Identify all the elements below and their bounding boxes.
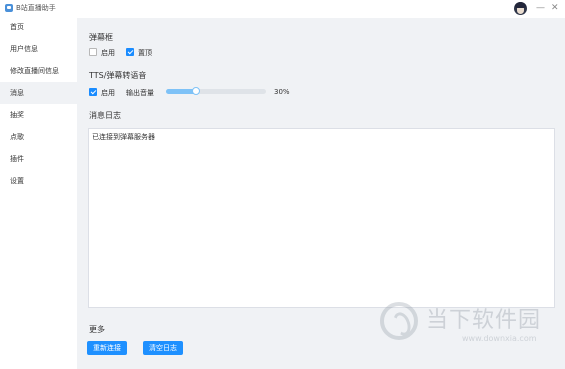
sidebar-item-label: 消息 [10,89,24,97]
danmaku-box-title: 弹幕框 [89,33,113,42]
tts-enable-checkbox[interactable] [89,88,97,96]
sidebar-item-label: 插件 [10,155,24,163]
danmaku-enable-checkbox[interactable] [89,48,97,56]
title-bar: B站直播助手 — ✕ [0,0,565,18]
volume-slider[interactable] [166,87,266,95]
sidebar-item-label: 修改直播间信息 [10,67,59,75]
sidebar-item-edit-room[interactable]: 修改直播间信息 [0,60,77,82]
volume-slider-thumb[interactable] [192,87,200,95]
close-icon[interactable]: ✕ [551,3,559,13]
danmaku-topmost-label: 置顶 [138,49,152,57]
sidebar-item-song-request[interactable]: 点歌 [0,126,77,148]
sidebar-item-label: 抽奖 [10,111,24,119]
sidebar-item-label: 设置 [10,177,24,185]
sidebar-item-lottery[interactable]: 抽奖 [0,104,77,126]
tts-enable-label: 启用 [101,89,115,97]
app-icon [5,4,13,12]
sidebar-item-user-info[interactable]: 用户信息 [0,38,77,60]
danmaku-topmost-checkbox[interactable] [126,48,134,56]
clear-log-button[interactable]: 清空日志 [143,341,183,355]
message-log-textarea[interactable]: 已连接到弹幕服务器 [88,128,555,308]
more-title: 更多 [89,325,105,334]
log-line: 已连接到弹幕服务器 [92,133,155,141]
sidebar-item-label: 用户信息 [10,45,38,53]
log-title: 消息日志 [89,111,121,120]
window-title: B站直播助手 [16,4,56,12]
sidebar-item-label: 首页 [10,23,24,31]
reconnect-button[interactable]: 重新连接 [87,341,127,355]
sidebar-item-home[interactable]: 首页 [0,16,77,38]
danmaku-enable-label: 启用 [101,49,115,57]
minimize-icon[interactable]: — [536,3,545,13]
sidebar-item-plugins[interactable]: 插件 [0,148,77,170]
sidebar: 首页 用户信息 修改直播间信息 消息 抽奖 点歌 插件 设置 [0,18,77,369]
volume-label: 输出音量 [126,89,154,97]
sidebar-item-settings[interactable]: 设置 [0,170,77,192]
sidebar-item-label: 点歌 [10,133,24,141]
user-avatar[interactable] [514,2,527,15]
main-panel: 弹幕框 启用 置顶 TTS/弹幕转语音 启用 输出音量 30% 消息日志 已连接… [77,18,565,369]
sidebar-item-messages[interactable]: 消息 [0,82,77,104]
tts-title: TTS/弹幕转语音 [89,71,147,80]
volume-value: 30% [274,88,290,96]
